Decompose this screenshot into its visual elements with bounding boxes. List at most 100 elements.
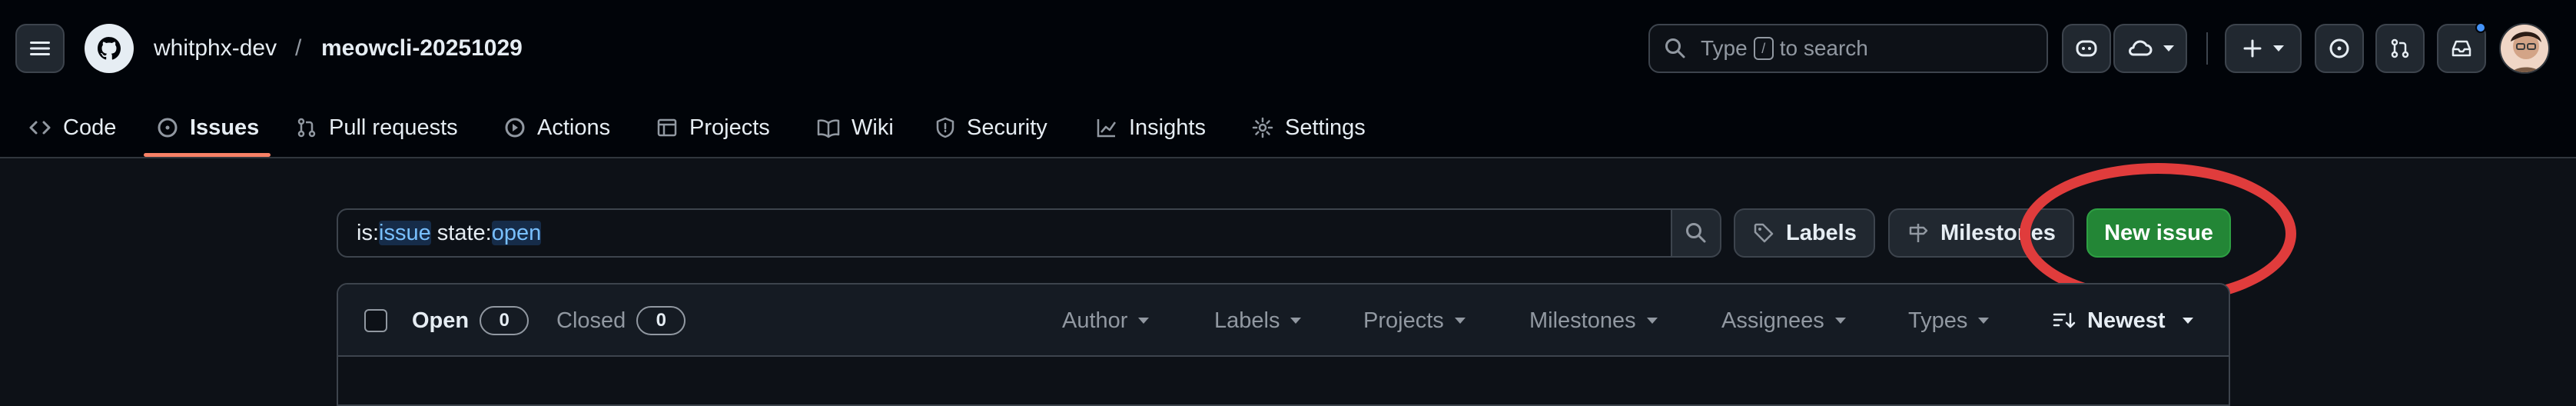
cloud-icon <box>2126 38 2153 58</box>
git-pull-request-icon <box>295 116 318 139</box>
repo-owner-link[interactable]: whitphx-dev <box>154 33 277 64</box>
hamburger-menu-icon <box>28 39 51 58</box>
tab-security-label: Security <box>967 115 1047 140</box>
github-logo-icon[interactable] <box>85 24 134 73</box>
sort-dropdown[interactable]: Newest <box>2052 304 2193 337</box>
sort-desc-icon <box>2052 311 2076 331</box>
chevron-down-icon <box>2182 318 2193 324</box>
repo-name-link[interactable]: meowcli-20251029 <box>321 33 523 64</box>
projects-filter-dropdown[interactable]: Projects <box>1363 304 1466 337</box>
tab-wiki-label: Wiki <box>851 115 894 140</box>
avatar[interactable] <box>2499 23 2550 74</box>
filter-is-key: is: <box>357 221 379 245</box>
milestones-button[interactable]: Milestones <box>1888 208 2074 258</box>
milestone-icon <box>1907 221 1930 245</box>
chevron-down-icon <box>2163 45 2174 52</box>
pull-request-icon <box>2388 37 2412 60</box>
search-icon <box>1664 37 1687 60</box>
global-search-input[interactable]: Type / to search <box>1648 24 2048 73</box>
tab-issues-label: Issues <box>190 115 260 140</box>
copilot-icon <box>2073 37 2100 60</box>
copilot-button[interactable] <box>2062 24 2111 73</box>
new-issue-button[interactable]: New issue <box>2086 208 2231 258</box>
open-issues-count: 0 <box>480 306 529 335</box>
tab-settings-label: Settings <box>1285 115 1366 140</box>
chevron-down-icon <box>1978 318 1990 324</box>
projects-filter-label: Projects <box>1363 308 1444 333</box>
tag-icon <box>1752 221 1775 245</box>
author-filter-dropdown[interactable]: Author <box>1062 304 1150 337</box>
filter-is-value: issue <box>379 221 431 245</box>
play-icon <box>503 116 526 139</box>
tab-actions-label: Actions <box>537 115 611 140</box>
chevron-down-icon <box>1454 318 1466 324</box>
labels-filter-dropdown[interactable]: Labels <box>1214 304 1302 337</box>
filter-search-button[interactable] <box>1671 208 1721 258</box>
labels-button-label: Labels <box>1786 220 1857 245</box>
tab-pull-requests-label: Pull requests <box>329 115 458 140</box>
milestones-button-label: Milestones <box>1940 220 2056 245</box>
closed-issues-tab[interactable]: Closed 0 <box>556 304 686 337</box>
milestones-filter-label: Milestones <box>1529 308 1636 333</box>
global-header: whitphx-dev / meowcli-20251029 Type / to… <box>0 0 2576 98</box>
labels-button[interactable]: Labels <box>1734 208 1875 258</box>
search-icon <box>1685 221 1708 245</box>
repo-path-separator: / <box>295 35 302 61</box>
tab-projects-label: Projects <box>689 115 770 140</box>
types-filter-label: Types <box>1908 308 1968 333</box>
header-divider <box>2206 32 2208 65</box>
chevron-down-icon <box>1290 318 1302 324</box>
closed-issues-label: Closed <box>556 308 626 333</box>
tab-insights[interactable]: Insights <box>1095 98 1206 157</box>
tab-wiki[interactable]: Wiki <box>816 98 894 157</box>
author-filter-label: Author <box>1062 308 1128 333</box>
chevron-down-icon <box>1646 318 1658 324</box>
inbox-icon <box>2450 38 2473 59</box>
tab-settings[interactable]: Settings <box>1251 98 1366 157</box>
code-icon <box>28 117 52 138</box>
tab-insights-label: Insights <box>1129 115 1206 140</box>
labels-filter-label: Labels <box>1214 308 1280 333</box>
repo-tabs-nav: Code Issues Pull requests Actions Projec… <box>0 98 2576 158</box>
chevron-down-icon <box>2273 45 2284 52</box>
tab-code-label: Code <box>63 115 117 140</box>
codespaces-dropdown-button[interactable] <box>2113 24 2187 73</box>
chevron-down-icon <box>1138 318 1150 324</box>
table-icon <box>656 116 679 139</box>
types-filter-dropdown[interactable]: Types <box>1908 304 1990 337</box>
milestones-filter-dropdown[interactable]: Milestones <box>1529 304 1658 337</box>
graph-icon <box>1095 116 1118 139</box>
issues-list-header: Open 0 Closed 0 Author Labels Projects M… <box>338 285 2229 357</box>
gear-icon <box>1251 116 1274 139</box>
your-pull-requests-button[interactable] <box>2375 24 2425 73</box>
search-placeholder-end: to search <box>1779 36 1868 60</box>
issue-opened-icon <box>156 116 179 139</box>
sort-label: Newest <box>2087 308 2166 333</box>
tab-code[interactable]: Code <box>28 98 116 157</box>
new-issue-button-label: New issue <box>2104 220 2213 245</box>
global-menu-button[interactable] <box>15 24 65 73</box>
assignees-filter-dropdown[interactable]: Assignees <box>1721 304 1846 337</box>
issues-list: Open 0 Closed 0 Author Labels Projects M… <box>337 283 2230 406</box>
book-icon <box>816 117 841 138</box>
open-issues-tab[interactable]: Open 0 <box>412 304 529 337</box>
select-all-checkbox[interactable] <box>364 309 387 332</box>
tab-security[interactable]: Security <box>934 98 1047 157</box>
tab-projects[interactable]: Projects <box>656 98 770 157</box>
your-issues-button[interactable] <box>2315 24 2364 73</box>
assignees-filter-label: Assignees <box>1721 308 1824 333</box>
issues-icon <box>2328 37 2351 60</box>
open-issues-label: Open <box>412 308 470 333</box>
create-new-button[interactable] <box>2225 24 2302 73</box>
plus-icon <box>2242 38 2262 58</box>
tab-issues[interactable]: Issues <box>156 98 259 157</box>
search-placeholder-start: Type <box>1701 36 1748 60</box>
issues-filter-input[interactable]: is:issue state:open <box>337 208 1672 258</box>
tab-pull-requests[interactable]: Pull requests <box>295 98 458 157</box>
shield-icon <box>934 116 956 139</box>
filter-state-value: open <box>491 221 542 245</box>
closed-issues-count: 0 <box>636 306 686 335</box>
chevron-down-icon <box>1834 318 1846 324</box>
notification-dot <box>2475 22 2486 33</box>
tab-actions[interactable]: Actions <box>503 98 610 157</box>
